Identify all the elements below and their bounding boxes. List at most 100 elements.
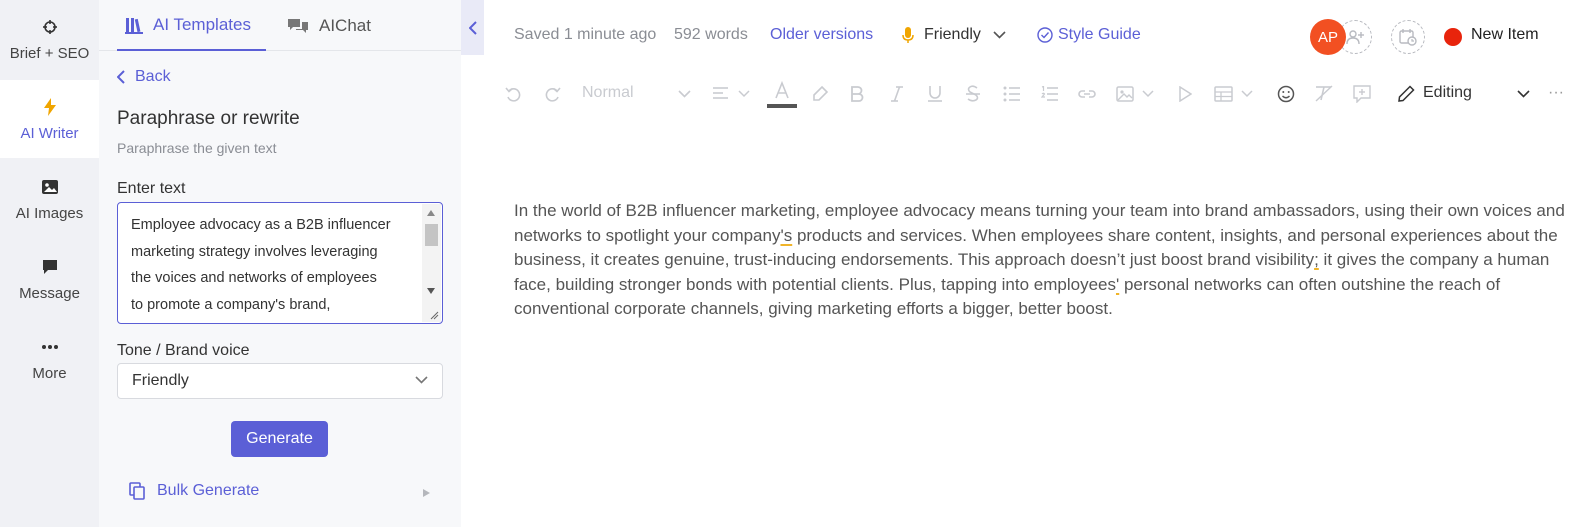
tone-select-value: Friendly: [132, 372, 189, 389]
app-window: Brief + SEO AI Writer AI Images Message …: [0, 0, 1586, 527]
textarea-scrollbar[interactable]: [422, 204, 441, 322]
chevron-left-icon: [117, 70, 125, 84]
smiley-icon: [1277, 85, 1295, 103]
tab-label: AI Templates: [153, 14, 251, 34]
caret-right-icon[interactable]: [423, 489, 430, 497]
enter-text-value: Employee advocacy as a B2B influencer ma…: [131, 212, 411, 318]
bulleted-list-button[interactable]: [1003, 84, 1021, 104]
rail-item-label: Message: [19, 284, 80, 302]
bulk-generate-label: Bulk Generate: [157, 482, 260, 499]
tab-ai-templates[interactable]: AI Templates: [117, 0, 266, 51]
highlight-button[interactable]: [811, 84, 829, 104]
panel-tabs: AI Templates AIChat: [99, 0, 461, 51]
check-circle-icon: [1037, 27, 1053, 43]
clear-formatting-button[interactable]: [1314, 84, 1334, 104]
paragraph-style-select[interactable]: Normal: [582, 84, 634, 102]
underline-button[interactable]: [927, 84, 943, 104]
input-line: the voices and networks of employees: [131, 270, 377, 286]
suggestion-mark[interactable]: 's: [780, 226, 792, 245]
chevron-left-icon: [468, 20, 477, 35]
table-icon: [1214, 86, 1253, 102]
calendar-clock-icon: [1399, 29, 1417, 46]
new-item-label[interactable]: New Item: [1471, 26, 1539, 44]
template-title: Paraphrase or rewrite: [117, 108, 300, 129]
numbered-list-icon: [1041, 86, 1058, 101]
underline-icon: [928, 86, 942, 102]
emoji-button[interactable]: [1277, 84, 1295, 104]
insert-table-button[interactable]: [1214, 84, 1256, 104]
tone-dropdown-label: Friendly: [924, 26, 981, 43]
scroll-thumb[interactable]: [425, 224, 438, 246]
undo-button[interactable]: [505, 84, 523, 104]
left-rail: Brief + SEO AI Writer AI Images Message …: [0, 0, 99, 527]
chevron-down-icon: [1517, 90, 1530, 98]
rail-item-ai-images[interactable]: AI Images: [0, 160, 99, 238]
editing-mode-label: Editing: [1423, 84, 1472, 101]
highlighter-icon: [813, 85, 829, 101]
bold-icon: [851, 86, 864, 102]
back-label: Back: [135, 68, 171, 85]
rail-item-ai-writer[interactable]: AI Writer: [0, 80, 99, 158]
back-link[interactable]: Back: [117, 68, 171, 86]
scroll-up-icon[interactable]: [427, 210, 435, 216]
font-color-button[interactable]: [767, 80, 797, 110]
bulk-generate-link[interactable]: Bulk Generate: [129, 482, 259, 500]
tone-label: Tone / Brand voice: [117, 342, 250, 359]
enter-text-label: Enter text: [117, 180, 186, 197]
numbered-list-button[interactable]: [1041, 84, 1059, 104]
older-versions-link[interactable]: Older versions: [770, 26, 873, 44]
style-guide-link[interactable]: Style Guide: [1037, 26, 1141, 44]
tone-dropdown[interactable]: Friendly: [902, 26, 1006, 44]
media-embed-button[interactable]: [1178, 84, 1192, 104]
paragraph-style-chevron[interactable]: [678, 84, 691, 104]
collapse-panel-button[interactable]: [461, 0, 484, 55]
input-line: Employee advocacy as a B2B influencer: [131, 217, 391, 233]
chevron-down-icon: [993, 31, 1006, 39]
crosshair-icon: [42, 17, 58, 37]
ai-panel: AI Templates AIChat Back Paraphrase or r…: [99, 0, 461, 527]
status-dot: [1444, 28, 1462, 46]
editing-mode-dropdown[interactable]: Editing: [1398, 84, 1472, 102]
document-body[interactable]: In the world of B2B influencer marketing…: [514, 199, 1574, 322]
italic-button[interactable]: [890, 84, 904, 104]
schedule-button[interactable]: [1391, 20, 1425, 54]
word-count: 592 words: [674, 26, 748, 43]
template-subtitle: Paraphrase the given text: [117, 140, 277, 156]
image-icon: [41, 177, 59, 197]
align-left-icon: [713, 87, 750, 99]
strikethrough-icon: [966, 85, 980, 102]
play-icon: [1179, 86, 1192, 102]
rail-item-label: AI Images: [15, 204, 84, 222]
microphone-icon: [902, 26, 914, 43]
redo-button[interactable]: [543, 84, 561, 104]
user-avatar[interactable]: AP: [1310, 19, 1346, 55]
align-button[interactable]: [712, 84, 752, 104]
lightning-icon: [43, 97, 57, 117]
editing-mode-chevron[interactable]: [1517, 84, 1530, 104]
copy-icon: [129, 482, 145, 500]
insert-image-button[interactable]: [1116, 84, 1158, 104]
rail-item-brief-seo[interactable]: Brief + SEO: [0, 0, 99, 78]
add-comment-button[interactable]: [1353, 84, 1371, 104]
tab-aichat[interactable]: AIChat: [287, 0, 371, 51]
chat-bubble-icon: [41, 257, 59, 277]
undo-icon: [505, 87, 521, 102]
tone-select[interactable]: Friendly: [117, 363, 443, 399]
enter-text-field[interactable]: Employee advocacy as a B2B influencer ma…: [117, 202, 443, 324]
generate-button[interactable]: Generate: [231, 421, 328, 457]
rail-item-message[interactable]: Message: [0, 240, 99, 318]
chevron-down-icon: [678, 90, 691, 98]
rail-item-label: AI Writer: [20, 124, 79, 142]
tab-label: AIChat: [319, 15, 371, 35]
strikethrough-button[interactable]: [965, 84, 981, 104]
chat-icon: [287, 17, 309, 35]
bold-button[interactable]: [850, 84, 864, 104]
resize-handle-icon[interactable]: [430, 311, 439, 320]
link-button[interactable]: [1077, 84, 1097, 104]
rail-item-more[interactable]: More: [0, 320, 99, 398]
pencil-icon: [1398, 84, 1415, 102]
more-tools-button[interactable]: ···: [1548, 84, 1564, 102]
scroll-down-icon[interactable]: [427, 288, 435, 294]
redo-icon: [545, 87, 561, 102]
rail-item-label: Brief + SEO: [9, 44, 90, 62]
